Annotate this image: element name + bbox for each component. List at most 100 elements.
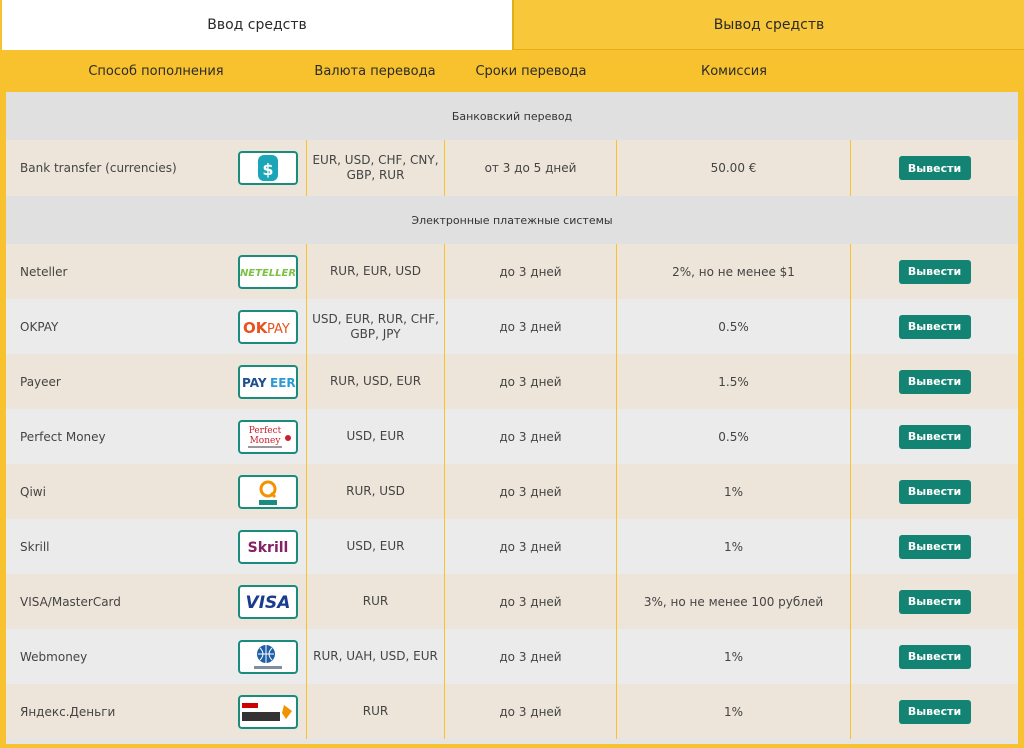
method-logo-cell — [236, 684, 300, 739]
tab-withdraw[interactable]: Вывод средств — [512, 0, 1024, 50]
withdraw-button-cell: Вывести — [850, 140, 1018, 196]
perfect-money-logo-icon: Perfect Money — [238, 419, 298, 454]
method-logo-cell — [236, 464, 300, 519]
skrill-logo-icon: Skrill — [238, 529, 298, 564]
currency-cell: EUR, USD, CHF, CNY, GBP, RUR — [306, 140, 444, 196]
svg-text:EER: EER — [270, 376, 296, 390]
svg-text:PAY: PAY — [267, 322, 290, 337]
svg-text:NETELLER: NETELLER — [240, 268, 296, 279]
section-e-wallets: Электронные платежные системы — [6, 196, 1018, 244]
svg-text:$: $ — [262, 160, 273, 179]
withdraw-button-cell: Вывести — [850, 574, 1018, 629]
yandex-money-logo-icon — [238, 694, 298, 729]
table-header: Способ пополнения Валюта перевода Сроки … — [0, 50, 1024, 92]
section-bank-transfer: Банковский перевод — [6, 92, 1018, 140]
term-cell: до 3 дней — [444, 464, 616, 519]
withdraw-button[interactable]: Вывести — [898, 479, 971, 504]
method-logo-cell — [236, 629, 300, 684]
fee-cell: 0.5% — [616, 299, 850, 354]
currency-cell: USD, EUR, RUR, CHF, GBP, JPY — [306, 299, 444, 354]
withdraw-button-cell: Вывести — [850, 464, 1018, 519]
method-name: VISA/MasterCard — [20, 594, 121, 609]
withdraw-button[interactable]: Вывести — [898, 644, 971, 669]
table-row: Qiwi RUR, USD до 3 дней 1% Вывести — [6, 464, 1018, 519]
withdraw-button-cell: Вывести — [850, 519, 1018, 574]
term-cell: от 3 до 5 дней — [444, 140, 616, 196]
withdraw-button[interactable]: Вывести — [898, 424, 971, 449]
svg-text:OK: OK — [243, 319, 269, 337]
term-cell: до 3 дней — [444, 354, 616, 409]
bank-transfer-logo-icon: $ — [238, 151, 298, 185]
withdraw-button-cell: Вывести — [850, 409, 1018, 464]
table-row: Perfect Money Perfect Money USD, EUR до 3 дн… — [6, 409, 1018, 464]
payeer-logo-icon: PAY EER — [238, 364, 298, 399]
table-row: OKPAY OK PAY USD, EUR, RUR, CHF, GBP, JPY до… — [6, 299, 1018, 354]
visa-logo-icon: VISA — [238, 584, 298, 619]
withdraw-button[interactable]: Вывести — [898, 156, 971, 180]
withdraw-button-cell: Вывести — [850, 629, 1018, 684]
svg-text:PAY: PAY — [242, 376, 267, 390]
okpay-logo-icon: OK PAY — [238, 309, 298, 344]
svg-text:Skrill: Skrill — [248, 540, 289, 556]
column-header-currency: Валюта перевода — [314, 64, 436, 79]
withdraw-button[interactable]: Вывести — [898, 259, 971, 284]
fee-cell: 0.5% — [616, 409, 850, 464]
method-logo-cell: Skrill — [236, 519, 300, 574]
qiwi-logo-icon — [238, 474, 298, 509]
withdraw-button-cell: Вывести — [850, 244, 1018, 299]
currency-cell: RUR — [306, 684, 444, 739]
currency-cell: RUR, UAH, USD, EUR — [306, 629, 444, 684]
withdraw-button[interactable]: Вывести — [898, 699, 971, 724]
fee-cell: 2%, но не менее $1 — [616, 244, 850, 299]
method-logo-cell: $ — [236, 140, 300, 196]
withdraw-button-cell: Вывести — [850, 684, 1018, 739]
svg-text:Money: Money — [250, 436, 282, 446]
currency-cell: RUR — [306, 574, 444, 629]
withdraw-button-cell: Вывести — [850, 354, 1018, 409]
payment-methods-table: Банковский перевод Bank transfer (currenc… — [6, 92, 1018, 744]
term-cell: до 3 дней — [444, 519, 616, 574]
currency-cell: RUR, USD — [306, 464, 444, 519]
term-cell: до 3 дней — [444, 244, 616, 299]
column-header-term: Сроки перевода — [475, 64, 587, 79]
payment-methods-panel: Способ пополнения Валюта перевода Сроки … — [0, 50, 1024, 748]
fee-cell: 1.5% — [616, 354, 850, 409]
tab-deposit[interactable]: Ввод средств — [0, 0, 512, 50]
term-cell: до 3 дней — [444, 299, 616, 354]
method-logo-cell: Perfect Money — [236, 409, 300, 464]
term-cell: до 3 дней — [444, 574, 616, 629]
fee-cell: 1% — [616, 464, 850, 519]
withdraw-button[interactable]: Вывести — [898, 314, 971, 339]
withdraw-button[interactable]: Вывести — [898, 369, 971, 394]
column-header-fee: Комиссия — [700, 64, 767, 79]
column-header-method: Способ пополнения — [88, 64, 224, 79]
currency-cell: USD, EUR — [306, 519, 444, 574]
term-cell: до 3 дней — [444, 409, 616, 464]
method-logo-cell: VISA — [236, 574, 300, 629]
neteller-logo-icon: NETELLER — [238, 254, 298, 289]
method-logo-cell: OK PAY — [236, 299, 300, 354]
withdraw-button[interactable]: Вывести — [898, 589, 971, 614]
term-cell: до 3 дней — [444, 629, 616, 684]
term-cell: до 3 дней — [444, 684, 616, 739]
table-row: Skrill Skrill USD, EUR до 3 дней 1% Вывести — [6, 519, 1018, 574]
method-name: Яндекс.Деньги — [20, 704, 116, 719]
fee-cell: 50.00 € — [616, 140, 850, 196]
fee-cell: 1% — [616, 629, 850, 684]
table-row: Яндекс.Деньги RUR до 3 дней 1% Вывести — [6, 684, 1018, 739]
table-row: Payeer PAY EER RUR, USD, EUR до 3 дней 1.5% Вы… — [6, 354, 1018, 409]
fee-cell: 1% — [616, 519, 850, 574]
withdraw-button[interactable]: Вывести — [898, 534, 971, 559]
method-name: Webmoney — [20, 649, 88, 664]
tab-bar: Ввод средств Вывод средств — [0, 0, 1024, 50]
method-logo-cell: PAY EER — [236, 354, 300, 409]
method-name: Skrill — [20, 539, 50, 554]
table-row: Webmoney RUR, UAH, USD, EUR до 3 дней 1% Выв… — [6, 629, 1018, 684]
currency-cell: RUR, USD, EUR — [306, 354, 444, 409]
webmoney-logo-icon — [238, 639, 298, 674]
method-name: Payeer — [20, 374, 61, 389]
method-logo-cell: NETELLER — [236, 244, 300, 299]
withdraw-button-cell: Вывести — [850, 299, 1018, 354]
currency-cell: USD, EUR — [306, 409, 444, 464]
svg-text:Perfect: Perfect — [249, 426, 282, 436]
